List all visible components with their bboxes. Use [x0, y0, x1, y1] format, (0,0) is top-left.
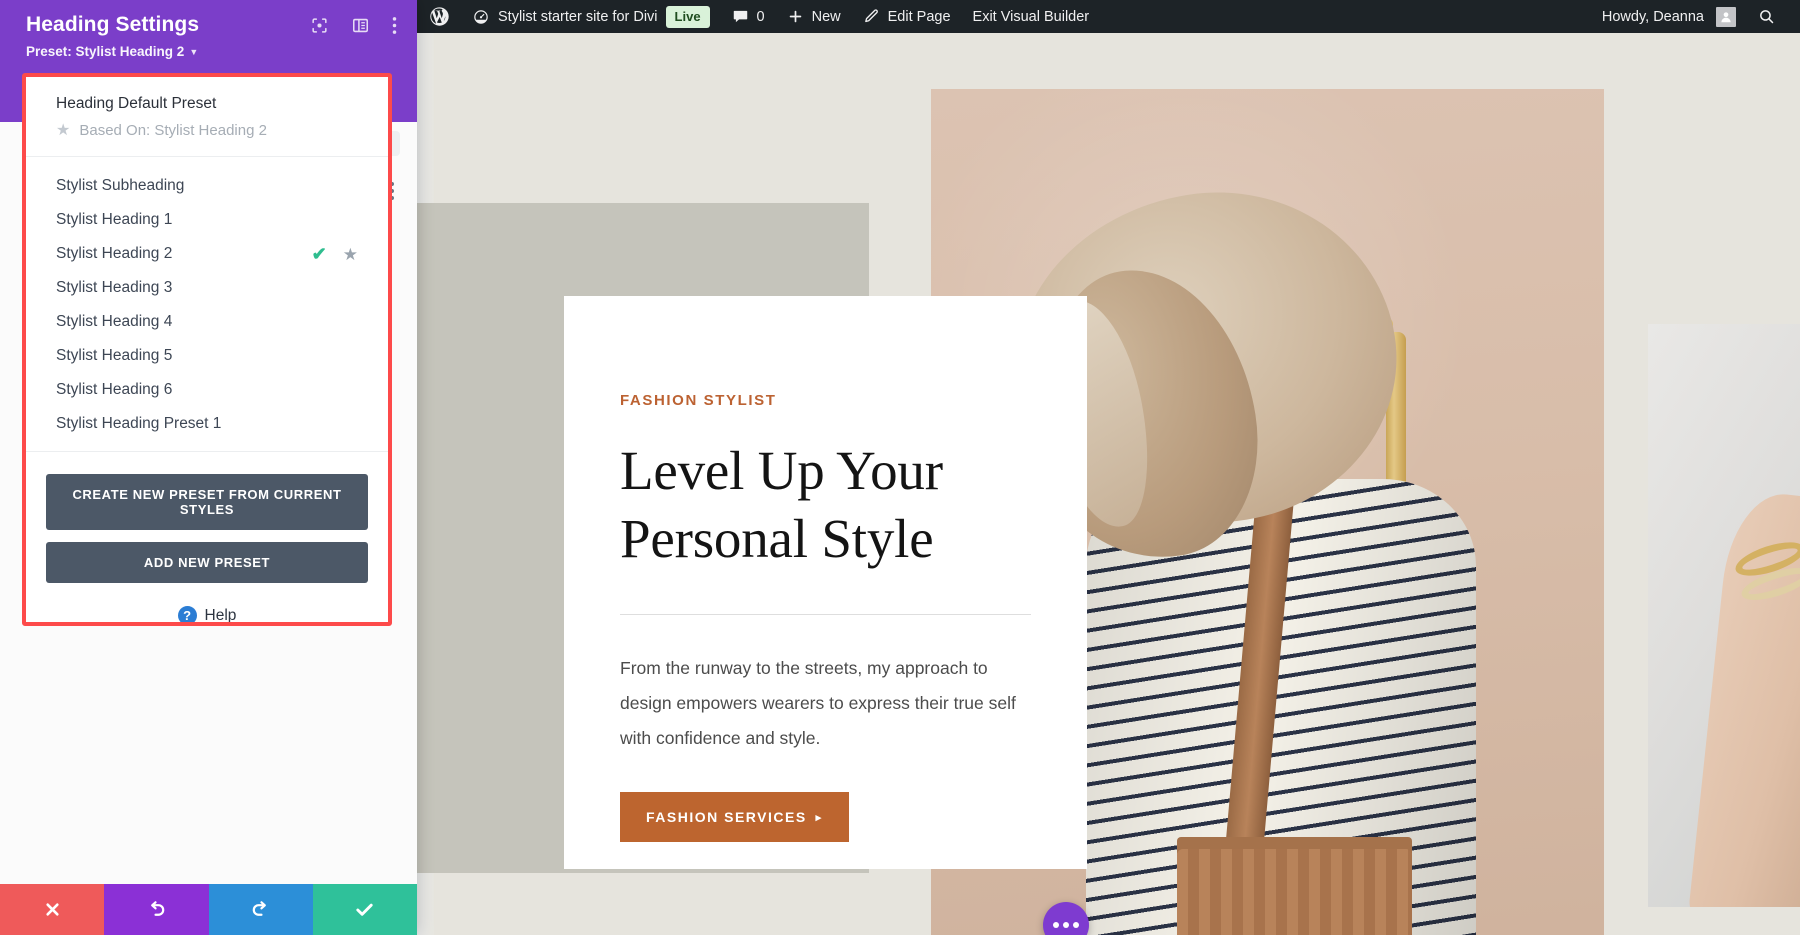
- current-preset-section: Heading Default Preset ★ Based On: Styli…: [26, 77, 388, 157]
- more-options-icon-dot-3: [1073, 922, 1079, 928]
- create-new-preset-button[interactable]: Create New Preset From Current Styles: [46, 474, 368, 530]
- preset-item-label: Stylist Heading 6: [56, 381, 172, 399]
- help-label: Help: [205, 607, 237, 625]
- behind-dot-1: [390, 182, 394, 186]
- fashion-services-button[interactable]: Fashion Services ▸: [620, 792, 849, 842]
- cta-label: Fashion Services: [646, 809, 807, 825]
- pencil-icon: [863, 8, 880, 25]
- comments-menu[interactable]: 0: [721, 0, 776, 33]
- howdy-label: Howdy, Deanna: [1602, 9, 1708, 25]
- wordpress-logo-menu[interactable]: [417, 0, 461, 33]
- site-dashboard-icon: [472, 8, 490, 26]
- page-preview-canvas: Fashion Stylist Level Up Your Personal S…: [417, 33, 1800, 935]
- chevron-down-icon: ▼: [189, 47, 198, 57]
- more-options-icon-dot-1: [1053, 922, 1059, 928]
- preset-item-label: Stylist Heading 3: [56, 279, 172, 297]
- question-mark-icon: ?: [178, 606, 197, 625]
- preset-item-stylist-heading-2[interactable]: Stylist Heading 2 ✔ ★: [26, 237, 388, 271]
- focus-target-icon[interactable]: [310, 16, 329, 35]
- save-button[interactable]: [313, 884, 417, 935]
- redo-arrow-icon: [249, 898, 272, 921]
- exit-visual-builder-menu[interactable]: Exit Visual Builder: [962, 0, 1101, 33]
- behind-row-options-icon[interactable]: [390, 182, 394, 200]
- preset-item-stylist-heading-6[interactable]: Stylist Heading 6: [26, 373, 388, 407]
- hero-title[interactable]: Level Up Your Personal Style: [620, 437, 1031, 572]
- hero-text-card: Fashion Stylist Level Up Your Personal S…: [564, 296, 1087, 869]
- hero-title-line-2: Personal Style: [620, 505, 1031, 573]
- preset-item-stylist-heading-1[interactable]: Stylist Heading 1: [26, 203, 388, 237]
- checkmark-icon: [353, 898, 376, 921]
- site-name-menu[interactable]: Stylist starter site for Divi Live: [461, 0, 721, 33]
- cancel-button[interactable]: [0, 884, 104, 935]
- behind-dot-2: [390, 189, 394, 193]
- edit-page-label: Edit Page: [888, 9, 951, 25]
- checkmark-icon: ✔: [312, 245, 327, 263]
- admin-bar-left-group: Stylist starter site for Divi Live 0 New: [417, 0, 1100, 33]
- preset-item-label: Stylist Subheading: [56, 177, 184, 195]
- preset-selector[interactable]: Preset: Stylist Heading 2 ▼: [26, 44, 397, 59]
- star-filled-icon: ★: [56, 123, 70, 139]
- hero-eyebrow: Fashion Stylist: [620, 392, 1031, 409]
- preset-actions: Create New Preset From Current Styles Ad…: [26, 452, 388, 625]
- preset-item-label: Stylist Heading 1: [56, 211, 172, 229]
- screen-root: Fashion Stylist Level Up Your Personal S…: [0, 0, 1800, 935]
- hero-body-text: From the runway to the streets, my appro…: [620, 651, 1031, 756]
- comment-bubble-icon: [732, 8, 749, 25]
- hero-title-line-1: Level Up Your: [620, 437, 1031, 505]
- modal-title-row: Heading Settings: [26, 13, 397, 37]
- hero-divider: [620, 614, 1031, 615]
- preset-item-stylist-heading-3[interactable]: Stylist Heading 3: [26, 271, 388, 305]
- exit-visual-builder-label: Exit Visual Builder: [973, 9, 1090, 25]
- live-badge: Live: [666, 6, 710, 28]
- plus-icon: [787, 8, 804, 25]
- preset-dropdown-popup: Heading Default Preset ★ Based On: Styli…: [26, 77, 388, 622]
- account-menu[interactable]: Howdy, Deanna: [1590, 0, 1747, 33]
- layout-panel-icon[interactable]: [351, 16, 370, 35]
- search-menu[interactable]: [1747, 0, 1786, 33]
- add-new-preset-button[interactable]: Add New Preset: [46, 542, 368, 583]
- favorite-star-icon[interactable]: ★: [343, 246, 358, 263]
- arrow-right-icon: ▸: [816, 811, 823, 824]
- preset-item-stylist-heading-preset-1[interactable]: Stylist Heading Preset 1: [26, 407, 388, 441]
- preset-item-label: Stylist Heading Preset 1: [56, 415, 221, 433]
- redo-button[interactable]: [209, 884, 313, 935]
- preset-item-stylist-heading-5[interactable]: Stylist Heading 5: [26, 339, 388, 373]
- close-x-icon: [42, 899, 63, 920]
- new-content-label: New: [812, 9, 841, 25]
- edit-page-menu[interactable]: Edit Page: [852, 0, 962, 33]
- preset-item-stylist-subheading[interactable]: Stylist Subheading: [26, 169, 388, 203]
- preset-item-icons: ✔ ★: [312, 245, 358, 263]
- undo-button[interactable]: [104, 884, 208, 935]
- modal-footer-actions: [0, 884, 417, 935]
- wordpress-logo-icon: [429, 6, 450, 27]
- based-on-label: Based On: Stylist Heading 2: [79, 122, 267, 139]
- undo-arrow-icon: [145, 898, 168, 921]
- site-name-label: Stylist starter site for Divi: [498, 9, 658, 25]
- help-link[interactable]: ? Help: [46, 606, 368, 625]
- modal-header-icons: [310, 16, 397, 35]
- preset-item-label: Stylist Heading 2: [56, 245, 172, 263]
- wordpress-admin-bar: Stylist starter site for Divi Live 0 New: [417, 0, 1800, 33]
- vertical-dots-icon[interactable]: [392, 16, 397, 35]
- preset-item-label: Stylist Heading 5: [56, 347, 172, 365]
- search-icon: [1758, 8, 1775, 25]
- preset-item-label: Stylist Heading 4: [56, 313, 172, 331]
- based-on-row: ★ Based On: Stylist Heading 2: [56, 122, 360, 139]
- user-avatar-icon: [1716, 7, 1736, 27]
- comments-count: 0: [757, 9, 765, 25]
- more-options-icon-dot-2: [1063, 922, 1069, 928]
- preset-list: Stylist Subheading Stylist Heading 1 Sty…: [26, 157, 388, 452]
- woven-bag: [1177, 849, 1412, 935]
- current-preset-name: Heading Default Preset: [56, 95, 360, 113]
- preset-selector-label: Preset: Stylist Heading 2: [26, 44, 184, 59]
- behind-dot-3: [390, 196, 394, 200]
- admin-bar-right-group: Howdy, Deanna: [1590, 0, 1800, 33]
- side-photo: [1648, 324, 1800, 907]
- page-title: Heading Settings: [26, 13, 199, 37]
- modal-header: Heading Settings: [0, 0, 417, 73]
- preset-item-stylist-heading-4[interactable]: Stylist Heading 4: [26, 305, 388, 339]
- new-content-menu[interactable]: New: [776, 0, 852, 33]
